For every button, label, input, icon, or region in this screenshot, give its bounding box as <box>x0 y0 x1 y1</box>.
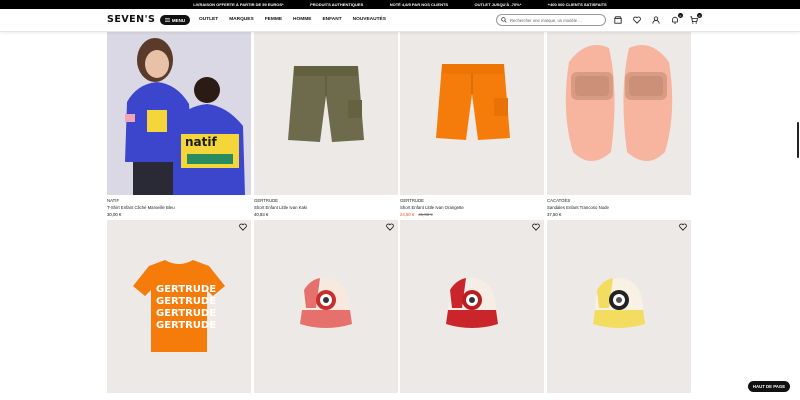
scroll-top-button[interactable]: HAUT DE PAGE <box>748 381 790 392</box>
product-brand: GERTRUDE <box>254 198 279 203</box>
tshirt-print-line: GERTRUDE <box>156 284 216 295</box>
nav-homme[interactable]: HOMME <box>293 17 311 22</box>
original-price: 41,83 € <box>418 212 433 217</box>
cap-pink-image <box>300 278 352 328</box>
product-card[interactable]: CACATOÈS Sandales Enfant Trancoso Nude 3… <box>547 22 691 217</box>
kids-tshirt-image: natif <box>107 22 251 195</box>
page-scrollbar[interactable] <box>797 122 799 158</box>
promo-bar: LIVRAISON OFFERTE À PARTIR DE 59 EUROS* … <box>0 0 800 9</box>
shorts-khaki-image <box>288 66 364 142</box>
menu-label: MENU <box>171 17 186 23</box>
promo-item: OUTLET JUSQU'À -70%* <box>474 2 522 7</box>
product-image[interactable] <box>254 220 398 393</box>
product-image[interactable] <box>400 220 544 393</box>
store-icon[interactable] <box>613 15 623 25</box>
search-input[interactable]: Rechercher une marque, un modèle ... <box>496 14 606 26</box>
product-brand: GERTRUDE <box>400 198 425 203</box>
main-nav: OUTLET MARQUES FEMME HOMME ENFANT NOUVEA… <box>199 17 386 22</box>
promo-item: PRODUITS AUTHENTIQUES <box>310 2 364 7</box>
product-brand: NATIF <box>107 198 120 203</box>
menu-button[interactable]: MENU <box>160 15 190 25</box>
wishlist-count-badge: 0 <box>678 13 683 18</box>
nav-femme[interactable]: FEMME <box>265 17 282 22</box>
product-image[interactable] <box>547 22 691 195</box>
product-card[interactable]: GERTRUDE Short Enfant Little Ivan Orange… <box>400 22 544 217</box>
product-price: 40,83 € <box>254 212 269 217</box>
hamburger-icon <box>164 18 170 22</box>
heart-icon[interactable] <box>386 223 394 231</box>
product-image[interactable] <box>400 22 544 195</box>
product-image[interactable] <box>547 220 691 393</box>
tshirt-print-line: GERTRUDE <box>156 320 216 331</box>
heart-icon[interactable] <box>239 223 247 231</box>
product-card[interactable] <box>254 220 398 393</box>
product-card[interactable]: GERTRUDE GERTRUDE GERTRUDE GERTRUDE <box>107 220 251 393</box>
tshirt-print-line: GERTRUDE <box>156 296 216 307</box>
logo[interactable]: SEVEN'S <box>107 14 155 25</box>
nav-enfant[interactable]: ENFANT <box>322 17 341 22</box>
product-name[interactable]: T-Shirt Enfant Cliché Marseille Bleu <box>107 205 251 210</box>
nav-nouveautes[interactable]: NOUVEAUTÉS <box>353 17 386 22</box>
header-icons: 0 0 <box>613 13 702 25</box>
product-image[interactable]: natif <box>107 22 251 195</box>
tshirt-print-line: GERTRUDE <box>156 308 216 319</box>
wishlist-icon[interactable] <box>632 15 642 25</box>
promo-item: LIVRAISON OFFERTE À PARTIR DE 59 EUROS* <box>193 2 284 7</box>
account-icon[interactable] <box>651 15 661 25</box>
product-card[interactable]: natif NATIF T-Shirt Enfant Cliché Marsei… <box>107 22 251 217</box>
sale-price: 24,50 € <box>400 212 415 217</box>
tshirt-orange-image: GERTRUDE GERTRUDE GERTRUDE GERTRUDE <box>133 260 225 352</box>
product-card[interactable] <box>547 220 691 393</box>
product-name[interactable]: Short Enfant Little Ivan Kaki <box>254 205 398 210</box>
search-placeholder: Rechercher une marque, un modèle ... <box>510 17 582 23</box>
product-price: 24,50 €41,83 € <box>400 212 544 217</box>
heart-icon[interactable] <box>532 223 540 231</box>
sandals-nude-image <box>565 45 673 161</box>
product-name[interactable]: Short Enfant Little Ivan Orangette <box>400 205 544 210</box>
product-card[interactable]: GERTRUDE Short Enfant Little Ivan Kaki 4… <box>254 22 398 217</box>
heart-icon[interactable] <box>679 223 687 231</box>
cap-yellow-image <box>593 278 645 328</box>
site-header: SEVEN'S MENU OUTLET MARQUES FEMME HOMME … <box>0 9 800 32</box>
promo-item: NOTÉ 4,8/5 PAR NOS CLIENTS <box>389 2 449 7</box>
cart-count-badge: 0 <box>697 13 702 18</box>
product-brand: CACATOÈS <box>547 198 571 203</box>
product-card[interactable] <box>400 220 544 393</box>
product-name[interactable]: Sandales Enfant Trancoso Nude <box>547 205 691 210</box>
product-image[interactable]: GERTRUDE GERTRUDE GERTRUDE GERTRUDE <box>107 220 251 393</box>
nav-outlet[interactable]: OUTLET <box>199 17 218 22</box>
product-price: 30,00 € <box>107 212 122 217</box>
cart-icon[interactable]: 0 <box>689 13 702 25</box>
promo-item: +400 000 CLIENTS SATISFAITS <box>547 2 607 7</box>
notification-icon[interactable]: 0 <box>670 13 683 25</box>
svg-text:natif: natif <box>185 135 217 149</box>
product-image[interactable] <box>254 22 398 195</box>
shorts-orange-image <box>436 64 510 140</box>
cap-red-image <box>446 278 498 328</box>
product-price: 37,50 € <box>547 212 562 217</box>
search-icon <box>501 17 507 23</box>
nav-marques[interactable]: MARQUES <box>229 17 254 22</box>
